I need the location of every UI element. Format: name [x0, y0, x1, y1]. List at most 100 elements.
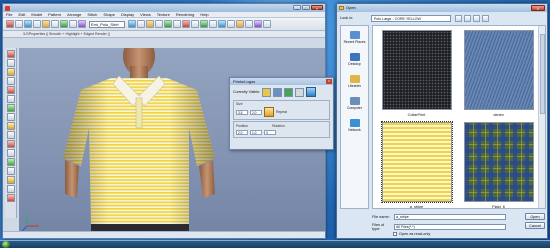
app-titlebar[interactable]: – □ ×	[3, 4, 325, 12]
tool-record-icon[interactable]	[182, 20, 190, 28]
fold-tool-icon[interactable]	[6, 122, 15, 130]
point-tool-icon[interactable]	[6, 68, 15, 76]
cancel-button[interactable]: Cancel	[525, 222, 545, 229]
tool-view-back-icon[interactable]	[146, 20, 154, 28]
place-desktop[interactable]: Desktop	[341, 48, 368, 70]
menu-shape[interactable]: Shape	[103, 12, 115, 17]
open-button[interactable]: Open	[525, 213, 545, 220]
maximize-button[interactable]: □	[302, 5, 310, 11]
menu-stitch[interactable]: Stitch	[87, 12, 97, 17]
menu-help[interactable]: Help	[200, 12, 208, 17]
tool-cut-icon[interactable]	[42, 20, 50, 28]
tool-zoom-icon[interactable]	[263, 20, 271, 28]
curve-tool-icon[interactable]	[6, 86, 15, 94]
place-libraries[interactable]: Libraries	[341, 70, 368, 92]
menu-texture[interactable]: Texture	[157, 12, 170, 17]
file-item[interactable]: denim	[461, 30, 536, 117]
tool-step-back-icon[interactable]	[191, 20, 199, 28]
file-item[interactable]: Plaid_6	[461, 122, 536, 208]
print-thumb-icon[interactable]	[295, 87, 305, 97]
taskbar	[0, 240, 550, 248]
zoom-tool-icon[interactable]	[6, 185, 15, 193]
tool-view-side-icon[interactable]	[137, 20, 145, 28]
print-thumb-icon[interactable]	[273, 87, 283, 97]
tool-new-icon[interactable]	[6, 20, 14, 28]
menu-display[interactable]: Display	[121, 12, 134, 17]
lock-aspect-icon[interactable]	[264, 107, 274, 117]
view-menu-icon[interactable]	[482, 15, 489, 22]
file-thumbnail	[380, 121, 453, 203]
size-height-field[interactable]: 2.0	[250, 109, 262, 115]
logo-tool-icon[interactable]	[6, 176, 15, 184]
line-tool-icon[interactable]	[6, 77, 15, 85]
move-tool-icon[interactable]	[6, 59, 15, 67]
close-button[interactable]: ×	[311, 5, 323, 11]
menu-pattern[interactable]: Pattern	[48, 12, 61, 17]
tool-fit-icon[interactable]	[227, 20, 235, 28]
pan-tool-icon[interactable]	[6, 194, 15, 202]
minimize-button[interactable]: –	[293, 5, 301, 11]
stitch-tool-icon[interactable]	[6, 104, 15, 112]
seam-tool-icon[interactable]	[6, 95, 15, 103]
file-name-field[interactable]: Emi_Polo_Shirt	[89, 20, 125, 28]
panel-title[interactable]: Prints/Logos ×	[230, 78, 333, 85]
select-tool-icon[interactable]	[6, 50, 15, 58]
tool-print-icon[interactable]	[33, 20, 41, 28]
tool-grid-icon[interactable]	[173, 20, 181, 28]
dart-tool-icon[interactable]	[6, 113, 15, 121]
tool-rotate-icon[interactable]	[155, 20, 163, 28]
panel-close-button[interactable]: ×	[326, 79, 332, 84]
up-folder-icon[interactable]	[464, 15, 471, 22]
file-item[interactable]: CollarPrint	[379, 30, 454, 117]
cut-tool-icon[interactable]	[6, 140, 15, 148]
menu-edit[interactable]: Edit	[18, 12, 25, 17]
texture-tool-icon[interactable]	[6, 158, 15, 166]
apply-print-icon[interactable]	[306, 87, 317, 97]
tool-simulate-icon[interactable]	[218, 20, 226, 28]
position-y-field[interactable]: 1.0	[250, 130, 262, 135]
size-width-field[interactable]: 3.5	[236, 109, 248, 115]
tool-light-icon[interactable]	[245, 20, 253, 28]
print-thumb-icon[interactable]	[284, 87, 294, 97]
measure-tool-icon[interactable]	[6, 149, 15, 157]
place-network[interactable]: Network	[341, 114, 368, 136]
file-list-scrollbar[interactable]	[538, 26, 545, 208]
tool-play-icon[interactable]	[200, 20, 208, 28]
back-icon[interactable]	[455, 15, 462, 22]
dialog-titlebar[interactable]: Open X	[337, 4, 547, 12]
tool-render-icon[interactable]	[236, 20, 244, 28]
tool-redo-icon[interactable]	[78, 20, 86, 28]
readonly-checkbox[interactable]	[393, 232, 397, 236]
file-list[interactable]: CollarPrint denim a_stripe Plaid_6	[372, 25, 546, 209]
place-computer[interactable]: Computer	[341, 92, 368, 114]
tool-copy-icon[interactable]	[51, 20, 59, 28]
menu-file[interactable]: File	[6, 12, 12, 17]
tool-stop-icon[interactable]	[209, 20, 217, 28]
menu-model[interactable]: Model	[31, 12, 42, 17]
tool-paste-icon[interactable]	[60, 20, 68, 28]
scrollbar-thumb[interactable]	[540, 34, 545, 114]
menu-views[interactable]: Views	[140, 12, 151, 17]
file-item[interactable]: a_stripe	[379, 121, 454, 208]
tool-open-icon[interactable]	[15, 20, 23, 28]
tool-undo-icon[interactable]	[69, 20, 77, 28]
new-folder-icon[interactable]	[473, 15, 480, 22]
tool-view-front-icon[interactable]	[128, 20, 136, 28]
file-type-select[interactable]: All Files(*.*)	[394, 224, 506, 230]
pin-tool-icon[interactable]	[6, 131, 15, 139]
place-recent[interactable]: Recent Places	[341, 26, 368, 48]
desktop-icon	[349, 52, 360, 61]
tool-camera-icon[interactable]	[254, 20, 262, 28]
file-name-input[interactable]: a_stripe	[394, 214, 506, 220]
position-x-field[interactable]: 2.0	[236, 130, 248, 135]
menu-arrange[interactable]: Arrange	[67, 12, 81, 17]
print-thumb-icon[interactable]	[262, 87, 272, 97]
dialog-close-button[interactable]: X	[531, 5, 545, 11]
start-button-icon[interactable]	[2, 241, 10, 248]
look-in-select[interactable]: Polo Large - CORE YELLOW	[371, 15, 451, 22]
menu-rendering[interactable]: Rendering	[176, 12, 194, 17]
button-tool-icon[interactable]	[6, 167, 15, 175]
tool-texture-icon[interactable]	[164, 20, 172, 28]
tool-save-icon[interactable]	[24, 20, 32, 28]
rotation-field[interactable]: 0	[264, 130, 276, 135]
